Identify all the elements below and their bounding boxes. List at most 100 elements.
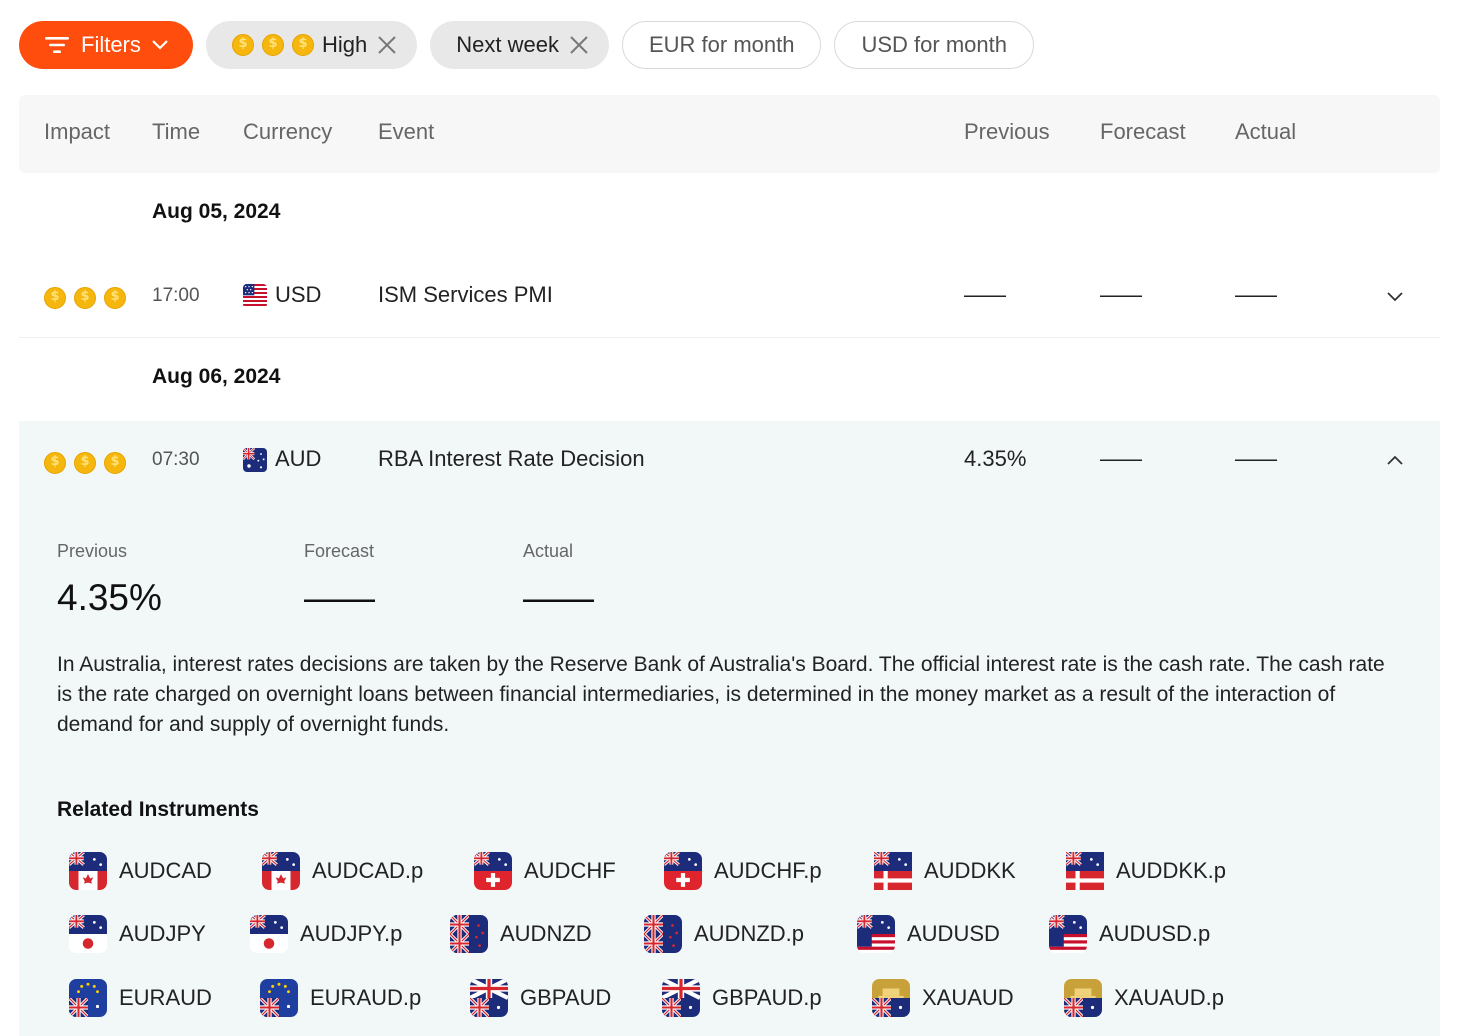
- event-actual: ——: [1235, 446, 1277, 471]
- date-heading: Aug 06, 2024: [152, 365, 281, 388]
- filter-bar: Filters High Next week EUR for month USD…: [19, 20, 1047, 69]
- instrument-name: EURAUD.p: [310, 985, 422, 1010]
- instrument-name: AUDCHF.p: [714, 858, 822, 883]
- instrument-link[interactable]: AUDCAD: [69, 852, 212, 890]
- instrument-link[interactable]: XAUAUD.p: [1064, 979, 1224, 1017]
- instrument-link[interactable]: GBPAUD.p: [662, 979, 822, 1017]
- detail-actual-label: Actual: [523, 541, 574, 561]
- instrument-link[interactable]: AUDJPY: [69, 915, 206, 953]
- instrument-name: AUDCHF: [524, 858, 616, 883]
- event-time: 07:30: [152, 449, 200, 470]
- detail-forecast-value: ——: [304, 577, 375, 618]
- instrument-link[interactable]: AUDDKK: [874, 852, 1016, 890]
- chevron-down-icon[interactable]: [1385, 290, 1405, 304]
- coin-icon: [292, 33, 314, 56]
- instrument-link[interactable]: EURAUD: [69, 979, 212, 1017]
- coin-icon: [74, 452, 96, 475]
- impact-indicator: [44, 284, 134, 310]
- period-filter-label: Next week: [456, 31, 559, 57]
- filter-icon: [45, 36, 69, 53]
- table-header: Impact Time Currency Event Previous Fore…: [19, 95, 1440, 173]
- instrument-link[interactable]: GBPAUD: [470, 979, 611, 1017]
- detail-actual-value: ——: [523, 577, 594, 618]
- auddkk-icon: [1066, 852, 1104, 890]
- event-name[interactable]: RBA Interest Rate Decision: [378, 446, 645, 472]
- us-flag-icon: [243, 284, 267, 308]
- instrument-name: AUDCAD: [119, 858, 212, 883]
- header-impact: Impact: [44, 119, 111, 144]
- audusd-icon: [1049, 915, 1087, 953]
- related-instruments-title: Related Instruments: [57, 798, 259, 821]
- chevron-up-icon[interactable]: [1385, 453, 1405, 467]
- instrument-name: AUDCAD.p: [312, 858, 424, 883]
- suggestion-label: USD for month: [861, 31, 1007, 57]
- instrument-link[interactable]: AUDDKK.p: [1066, 852, 1226, 890]
- instrument-name: AUDNZD.p: [694, 921, 805, 946]
- filters-button[interactable]: Filters: [19, 20, 193, 69]
- instrument-link[interactable]: AUDUSD: [857, 915, 1000, 953]
- header-event: Event: [378, 119, 435, 144]
- instrument-name: AUDJPY: [119, 921, 206, 946]
- audnzd-icon: [450, 915, 488, 953]
- audjpy-icon: [250, 915, 288, 953]
- header-actual: Actual: [1235, 119, 1297, 144]
- au-flag-icon: [243, 448, 267, 472]
- instrument-link[interactable]: EURAUD.p: [260, 979, 421, 1017]
- coin-icon: [262, 33, 284, 56]
- table-row[interactable]: 17:00 USD ISM Services PMI —— —— ——: [19, 262, 1440, 337]
- event-actual: ——: [1235, 282, 1277, 307]
- header-currency: Currency: [243, 119, 333, 144]
- instrument-link[interactable]: AUDUSD.p: [1049, 915, 1210, 953]
- impact-indicator: [44, 449, 134, 475]
- instrument-link[interactable]: XAUAUD: [872, 979, 1014, 1017]
- instrument-link[interactable]: AUDNZD.p: [644, 915, 804, 953]
- detail-previous-label: Previous: [57, 541, 128, 561]
- event-forecast: ——: [1100, 282, 1142, 307]
- instrument-link[interactable]: AUDCHF.p: [664, 852, 822, 890]
- coin-icon: [44, 287, 66, 310]
- close-icon[interactable]: [377, 35, 397, 55]
- suggestion-chip-usd-month[interactable]: USD for month: [834, 20, 1034, 69]
- event-previous: 4.35%: [964, 446, 1027, 471]
- table-row[interactable]: 07:30 AUD RBA Interest Rate Decision 4.3…: [19, 421, 1440, 499]
- instrument-name: GBPAUD.p: [712, 985, 822, 1010]
- filters-label: Filters: [81, 31, 141, 57]
- impact-filter-label: High: [322, 31, 368, 57]
- period-filter-chip[interactable]: Next week: [430, 20, 609, 69]
- instrument-link[interactable]: AUDNZD: [450, 915, 592, 953]
- instrument-link[interactable]: AUDJPY.p: [250, 915, 402, 953]
- currency-code: USD: [275, 282, 322, 307]
- instrument-link[interactable]: AUDCHF: [474, 852, 616, 890]
- event-forecast: ——: [1100, 446, 1142, 471]
- euraud-icon: [69, 979, 107, 1017]
- event-previous: ——: [964, 282, 1006, 307]
- coin-icon: [44, 452, 66, 475]
- instrument-name: AUDNZD: [500, 921, 592, 946]
- instrument-name: EURAUD: [119, 985, 212, 1010]
- instrument-name: AUDDKK: [924, 858, 1016, 883]
- audcad-icon: [69, 852, 107, 890]
- chevron-down-icon: [152, 39, 168, 50]
- gbpaud-icon: [662, 979, 700, 1017]
- audusd-icon: [857, 915, 895, 953]
- suggestion-chip-eur-month[interactable]: EUR for month: [621, 20, 822, 69]
- auddkk-icon: [874, 852, 912, 890]
- event-name[interactable]: ISM Services PMI: [378, 282, 553, 308]
- instrument-name: XAUAUD: [922, 985, 1014, 1010]
- audchf-icon: [474, 852, 512, 890]
- event-description: In Australia, interest rates decisions a…: [57, 653, 1385, 736]
- audcad-icon: [262, 852, 300, 890]
- audchf-icon: [664, 852, 702, 890]
- xauaud-icon: [1064, 979, 1102, 1017]
- instrument-name: XAUAUD.p: [1114, 985, 1225, 1010]
- instrument-link[interactable]: AUDCAD.p: [262, 852, 423, 890]
- gbpaud-icon: [470, 979, 508, 1017]
- audnzd-icon: [644, 915, 682, 953]
- impact-filter-chip[interactable]: High: [206, 20, 418, 69]
- instrument-name: AUDUSD: [907, 921, 1000, 946]
- close-icon[interactable]: [569, 35, 589, 55]
- coin-icon: [104, 287, 126, 310]
- suggestion-label: EUR for month: [648, 31, 795, 57]
- coin-icon: [104, 452, 126, 475]
- header-forecast: Forecast: [1100, 119, 1186, 144]
